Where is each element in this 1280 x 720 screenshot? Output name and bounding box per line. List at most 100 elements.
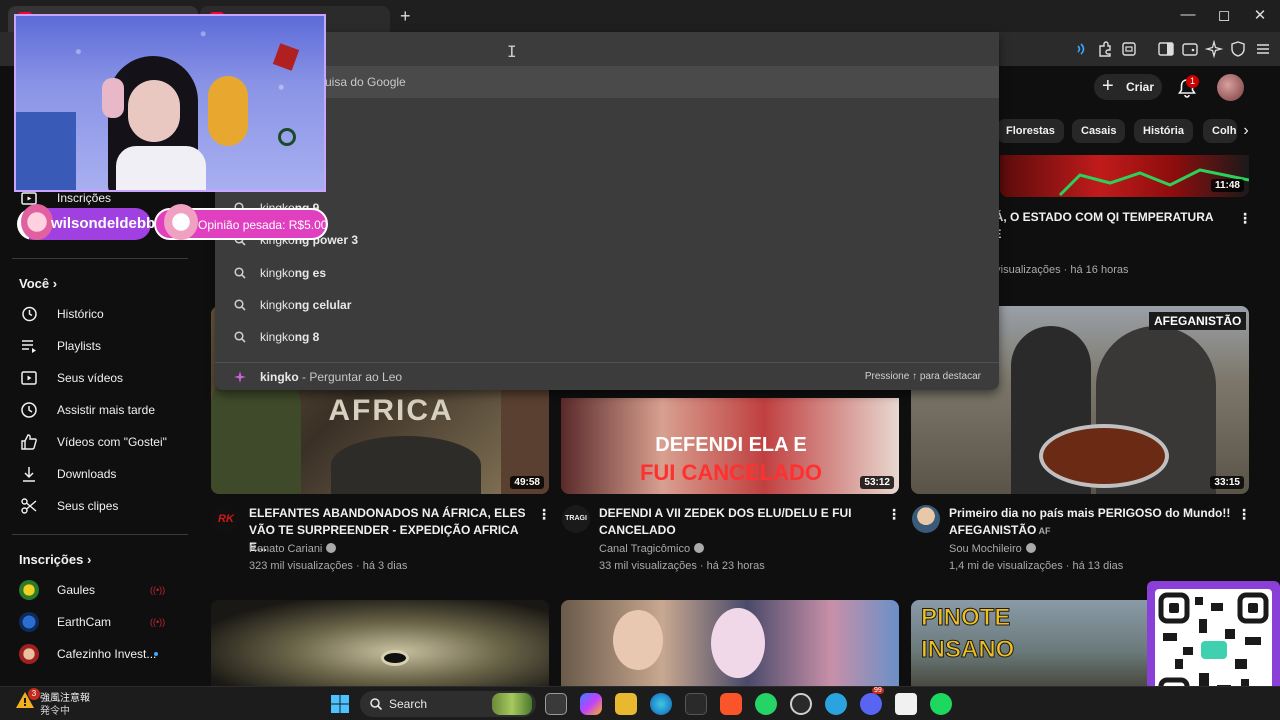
windows-start-icon[interactable]: [329, 693, 351, 715]
chevron-right-icon[interactable]: ›: [1236, 119, 1256, 143]
leo-action: - Perguntar ao Leo: [298, 370, 403, 384]
omnibox-suggestion[interactable]: kingkong es: [215, 257, 999, 289]
video-thumbnail[interactable]: DEFENDI ELA E FUI CANCELADO 53:12: [561, 398, 899, 494]
video-thumbnail[interactable]: [211, 600, 549, 686]
verified-icon: [1025, 543, 1036, 553]
chip-casais[interactable]: Casais: [1072, 119, 1126, 143]
subscription-gaules[interactable]: Gaules ((•)): [0, 574, 200, 606]
flag-text: AF: [1036, 526, 1051, 536]
more-options-icon[interactable]: ⋮: [1237, 506, 1251, 523]
subscription-cafezinho[interactable]: Cafezinho Invest...: [0, 638, 200, 670]
suggestion-completion: ng es: [294, 266, 327, 280]
channel-name[interactable]: Canal Tragicômico: [599, 543, 705, 555]
video-meta: 33 mil visualizações · há 23 horas: [599, 560, 765, 572]
chip-florestas[interactable]: Florestas: [997, 119, 1064, 143]
brave-browser-icon[interactable]: [720, 693, 742, 715]
subscriptions-heading[interactable]: Inscrições ›: [19, 552, 91, 567]
wallet-icon[interactable]: [1181, 40, 1199, 58]
you-section-heading[interactable]: Você ›: [19, 276, 57, 291]
omnibox-ask-leo[interactable]: kingko - Perguntar ao Leo Pressione ↑ pa…: [215, 362, 999, 390]
sidebar-toggle-icon[interactable]: [1157, 40, 1175, 58]
channel-avatar[interactable]: TRAGI: [562, 505, 590, 533]
video-thumbnail[interactable]: 11:48: [1000, 155, 1249, 197]
channel-name[interactable]: Sou Mochileiro: [949, 543, 1036, 555]
your-videos-icon: [21, 371, 37, 385]
chip-colheita[interactable]: Colh: [1203, 119, 1237, 143]
suggestion-typed: kingko: [260, 266, 295, 280]
watch-later-icon: [21, 402, 37, 418]
video-duration: 11:48: [1210, 179, 1244, 192]
thumbnail-text: INSANO: [921, 636, 1015, 664]
new-content-dot: [154, 652, 158, 656]
audio-playing-icon[interactable]: [1072, 40, 1090, 58]
discord-icon[interactable]: 99: [860, 687, 884, 715]
sidebar-item-watch-later[interactable]: Assistir mais tarde: [0, 394, 200, 426]
sidebar-item-liked-videos[interactable]: Vídeos com "Gostei": [0, 426, 200, 458]
channel-name[interactable]: Renato Cariani: [249, 543, 337, 555]
weather-widget[interactable]: 3: [14, 688, 40, 709]
omnibox-suggestion-google-search[interactable]: uisa do Google: [215, 66, 999, 98]
sidebar-item-history[interactable]: Histórico: [0, 298, 200, 330]
omnibox-suggestion[interactable]: kingkong 9: [215, 192, 999, 224]
extensions-icon[interactable]: [1096, 40, 1114, 58]
channel-name: Gaules: [57, 583, 96, 597]
omnibox-suggestion[interactable]: kingkong celular: [215, 289, 999, 321]
omnibox-suggestion[interactable]: kingkong 8: [215, 321, 999, 353]
streamlabs-icon[interactable]: [895, 693, 917, 715]
channel-avatar[interactable]: RK: [212, 505, 240, 533]
video-meta: o visualizações · há 16 horas: [986, 264, 1129, 276]
weather-alert-subtitle: 発令中: [40, 706, 70, 717]
history-icon: [22, 306, 37, 322]
video-duration: 53:12: [860, 476, 894, 489]
sidebar-item-your-clips[interactable]: Seus clipes: [0, 490, 200, 522]
sidebar-item-label: Vídeos com "Gostei": [57, 435, 167, 449]
sidebar-item-downloads[interactable]: Downloads: [0, 458, 200, 490]
spotify-icon[interactable]: [930, 693, 952, 715]
sidebar-item-playlists[interactable]: Playlists: [0, 330, 200, 362]
food-plate: [1039, 424, 1169, 488]
obs-icon[interactable]: [790, 693, 812, 715]
donation-text: Opinião pesada: R$5.00: [198, 218, 328, 232]
account-avatar[interactable]: [1217, 74, 1244, 101]
video-thumbnail[interactable]: PINOTE INSANO: [911, 600, 1149, 686]
whatsapp-icon[interactable]: [755, 693, 777, 715]
copilot-icon[interactable]: [580, 693, 602, 715]
person-figure: [711, 608, 765, 678]
sidebar-item-your-videos[interactable]: Seus vídeos: [0, 362, 200, 394]
notification-count-badge: 1: [1186, 75, 1199, 88]
new-tab-button[interactable]: +: [400, 6, 411, 27]
text-cursor-icon: I: [507, 42, 517, 61]
maximize-button[interactable]: ◻: [1214, 6, 1234, 24]
omnibox-suggestion[interactable]: kingkong power 3: [215, 224, 999, 256]
subscription-earthcam[interactable]: EarthCam ((•)): [0, 606, 200, 638]
reader-icon[interactable]: [1120, 40, 1138, 58]
weather-badge: 3: [28, 688, 40, 700]
address-bar-input[interactable]: I: [215, 32, 999, 66]
more-options-icon[interactable]: ⋮: [1238, 210, 1252, 227]
telegram-icon[interactable]: [825, 693, 847, 715]
chat-message-pill: wilsondeldebb: [17, 204, 155, 240]
suggestion-typed: kingko: [260, 330, 295, 344]
task-view-icon[interactable]: [545, 693, 567, 715]
minimize-button[interactable]: —: [1178, 6, 1198, 23]
menu-icon[interactable]: [1254, 40, 1272, 58]
video-title[interactable]: RÁ, O ESTADO COM QI TEMPERATURA: [986, 209, 1236, 226]
create-button[interactable]: + Criar: [1094, 74, 1162, 100]
more-options-icon[interactable]: ⋮: [887, 506, 901, 523]
leo-ai-icon[interactable]: [1205, 40, 1223, 58]
video-title[interactable]: DEFENDI A VII ZEDEK DOS ELU/DELU E FUI C…: [599, 505, 884, 539]
vpn-shield-icon[interactable]: [1229, 40, 1247, 58]
file-explorer-icon[interactable]: [615, 693, 637, 715]
search-icon: [234, 267, 246, 279]
channel-avatar[interactable]: [912, 505, 940, 533]
suggestion-label: uisa do Google: [325, 75, 406, 89]
more-options-icon[interactable]: ⋮: [537, 506, 551, 523]
chip-historia[interactable]: História: [1134, 119, 1193, 143]
taskbar-search-box[interactable]: Search: [360, 691, 536, 717]
video-thumbnail[interactable]: [561, 600, 899, 686]
edge-browser-icon[interactable]: [650, 693, 672, 715]
video-title[interactable]: Primeiro dia no país mais PERIGOSO do Mu…: [949, 505, 1234, 540]
close-window-button[interactable]: ✕: [1250, 6, 1270, 24]
store-icon[interactable]: [685, 693, 707, 715]
video-meta: 1,4 mi de visualizações · há 13 dias: [949, 560, 1124, 572]
